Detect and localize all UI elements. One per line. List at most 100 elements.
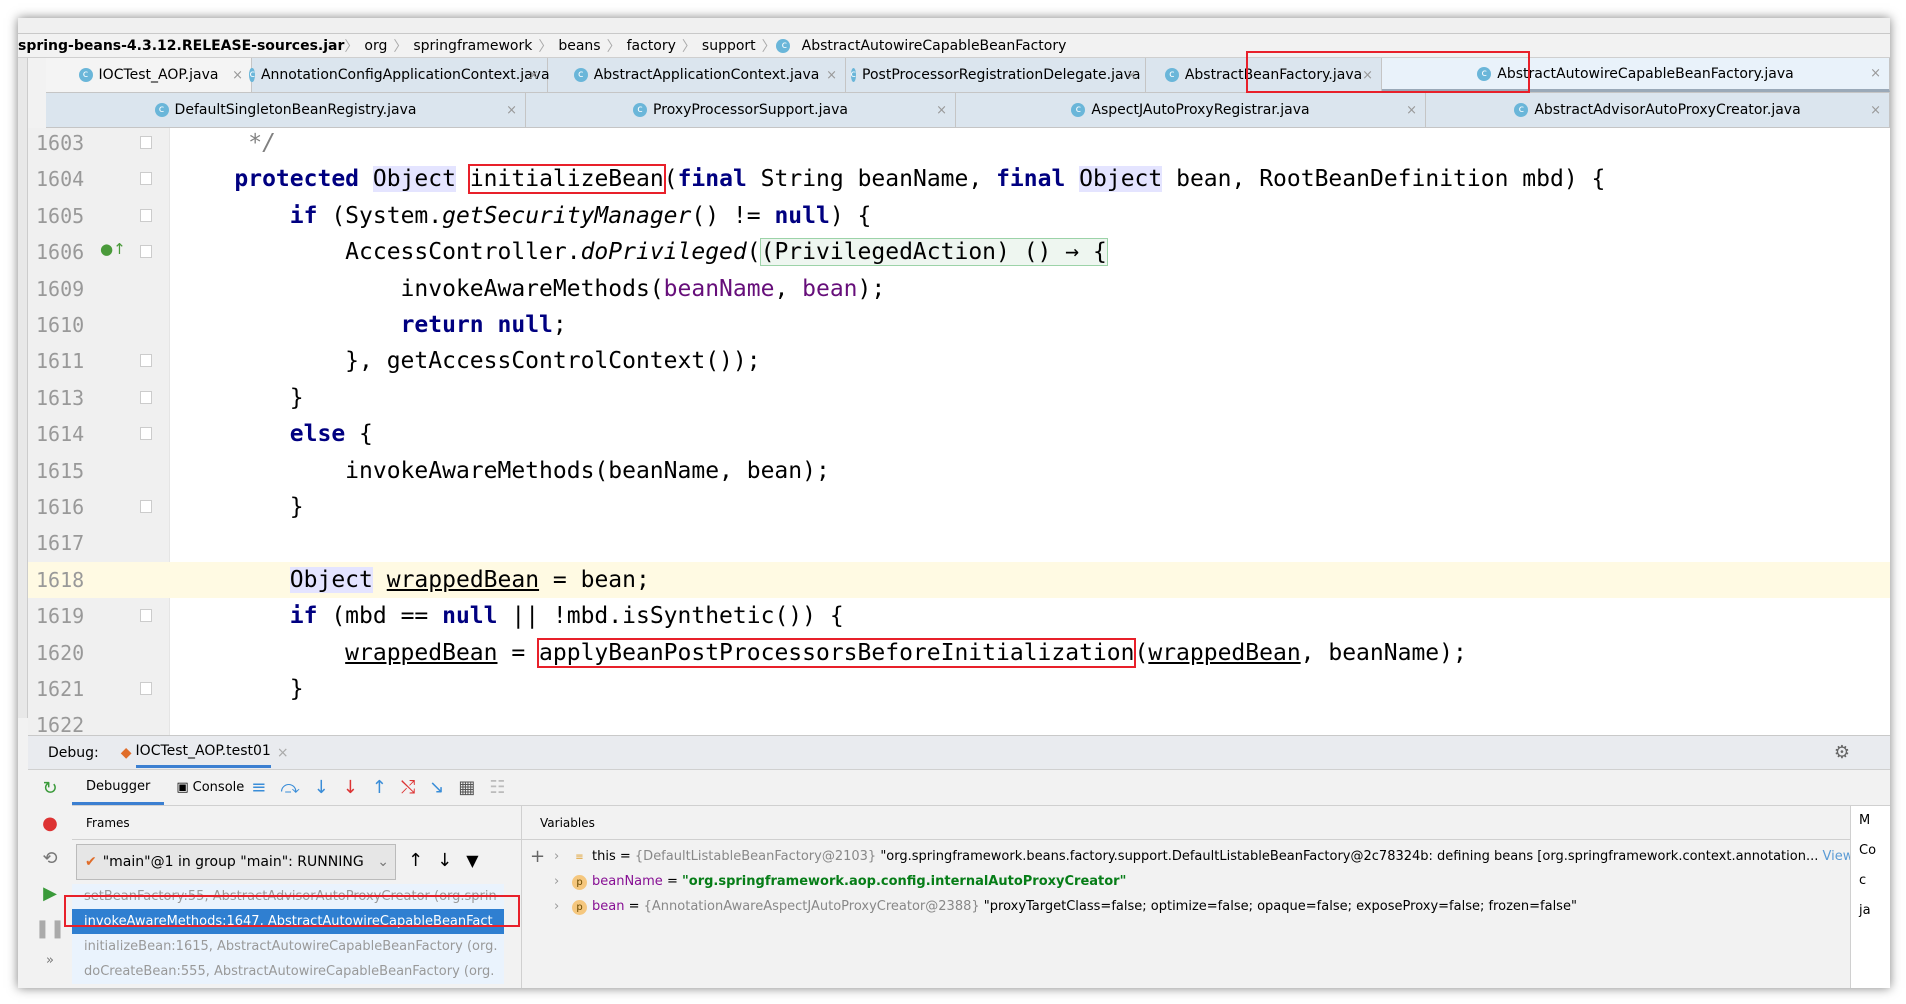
gear-icon[interactable]: ⚙	[1834, 742, 1850, 763]
drop-frame-icon[interactable]: ⤭	[401, 777, 415, 798]
code-token: ;	[552, 312, 567, 338]
frame-item[interactable]: initializeBean:1615, AbstractAutowireCap…	[72, 934, 504, 959]
fold-marker[interactable]	[140, 245, 152, 259]
console-icon: ▣	[176, 780, 189, 795]
close-icon[interactable]: ×	[232, 68, 243, 83]
step-out-icon[interactable]: ↑	[372, 777, 387, 798]
editor-tab[interactable]: c ProxyProcessorSupport.java ×	[526, 93, 956, 127]
breadcrumb-item[interactable]: springframework	[407, 38, 538, 54]
tab-debugger[interactable]: Debugger	[72, 771, 165, 805]
arrow-down-icon[interactable]: ↓	[437, 850, 452, 871]
code-token: final	[677, 166, 747, 193]
evaluate-icon[interactable]: ▦	[458, 777, 475, 798]
code-token: final	[996, 166, 1066, 193]
close-icon[interactable]: ×	[277, 745, 289, 761]
breakpoint-icon[interactable]: ●↑	[100, 240, 126, 258]
editor-tab[interactable]: c DefaultSingletonBeanRegistry.java ×	[46, 93, 526, 127]
view-link[interactable]: View	[1818, 849, 1853, 864]
close-icon[interactable]: ×	[936, 103, 947, 118]
fold-marker[interactable]	[140, 500, 152, 513]
tab-label: AbstractBeanFactory.java	[1184, 67, 1363, 83]
fold-marker[interactable]	[140, 427, 152, 441]
code-token: ,	[774, 275, 803, 302]
thread-selector[interactable]: ✔ "main"@1 in group "main": RUNNING ⌄	[76, 844, 396, 880]
main-toolbar	[18, 18, 1890, 34]
fold-marker[interactable]	[140, 172, 152, 186]
close-icon[interactable]: ×	[826, 68, 837, 83]
editor-tab[interactable]: c AbstractAutowireCapableBeanFactory.java…	[1382, 58, 1890, 92]
view-breakpoints-icon[interactable]: ●	[42, 813, 58, 834]
frame-item[interactable]: invokeAwareMethods:1647, AbstractAutowir…	[72, 909, 504, 934]
line-number: 1611	[36, 349, 85, 374]
code-token: bean	[802, 275, 858, 302]
fold-marker[interactable]	[140, 354, 152, 368]
step-over-icon[interactable]: ⤼	[280, 777, 299, 798]
more-icon[interactable]: »	[46, 953, 54, 968]
variable-row[interactable]: › p bean = {AnnotationAwareAspectJAutoProx…	[542, 894, 1850, 919]
close-icon[interactable]: ×	[1870, 66, 1881, 81]
expand-chevron-icon[interactable]: ›	[554, 844, 559, 869]
restore-icon[interactable]: ⟲	[42, 848, 57, 869]
breadcrumb-item[interactable]: AbstractAutowireCapableBeanFactory	[796, 38, 1073, 54]
variable-row[interactable]: › p beanName = "org.springframework.aop.co…	[542, 869, 1850, 894]
trace-icon[interactable]: ☷	[489, 777, 505, 798]
editor-tab[interactable]: c IOCTest_AOP.java ×	[46, 58, 252, 92]
line-number: 1613	[36, 385, 85, 410]
frame-item[interactable]: setBeanFactory:55, AbstractAdvisorAutoPr…	[72, 884, 504, 909]
code-text: }, getAccessControlContext());	[179, 343, 760, 379]
line-number: 1618	[36, 567, 85, 592]
editor-tab[interactable]: c AspectJAutoProxyRegistrar.java ×	[956, 93, 1426, 127]
debug-session-tab[interactable]: IOCTest_AOP.test01	[135, 737, 271, 768]
filter-icon[interactable]: ▼	[466, 851, 478, 870]
fold-marker[interactable]	[140, 390, 152, 404]
resume-icon[interactable]: ▶	[43, 883, 57, 904]
editor-tab[interactable]: c AbstractApplicationContext.java ×	[548, 58, 846, 92]
project-side-strip[interactable]	[18, 58, 28, 718]
parameter-icon: p	[572, 900, 587, 915]
fold-marker[interactable]	[140, 609, 152, 623]
code-line: 1617	[28, 525, 1890, 561]
expand-chevron-icon[interactable]: ›	[554, 869, 559, 894]
layout-icon[interactable]: ≡	[251, 777, 266, 798]
close-icon[interactable]: ×	[506, 103, 517, 118]
breadcrumb-item[interactable]: support	[696, 38, 762, 54]
arrow-up-icon[interactable]: ↑	[408, 850, 423, 871]
breadcrumb-item[interactable]: factory	[621, 38, 682, 54]
expand-chevron-icon[interactable]: ›	[554, 894, 559, 919]
breadcrumb-item[interactable]: beans	[552, 38, 606, 54]
editor-tab[interactable]: c AbstractAdvisorAutoProxyCreator.java ×	[1426, 93, 1890, 127]
breadcrumb-item[interactable]: spring-beans-4.3.12.RELEASE-sources.jar	[18, 38, 344, 54]
debug-run-icon: ◆	[120, 744, 132, 761]
editor-tabs-row-2: c DefaultSingletonBeanRegistry.java × c Prox…	[46, 93, 1890, 128]
tab-label: ProxyProcessorSupport.java	[653, 102, 848, 118]
ide-window: spring-beans-4.3.12.RELEASE-sources.jar 〉…	[18, 18, 1890, 988]
tab-console[interactable]: Console	[193, 780, 245, 795]
variables-list: › ≡ this = {DefaultListableBeanFactory@210…	[522, 840, 1853, 919]
force-step-into-icon[interactable]: ↓	[343, 777, 358, 798]
fold-marker[interactable]	[140, 136, 152, 149]
run-to-cursor-icon[interactable]: ↘	[429, 777, 444, 798]
close-icon[interactable]: ×	[1870, 103, 1881, 118]
code-editor[interactable]: 1603 */1604 protected Object initializeB…	[28, 128, 1890, 735]
editor-tab[interactable]: c PostProcessorRegistrationDelegate.java ×	[846, 58, 1146, 92]
close-icon[interactable]: ×	[1362, 68, 1373, 83]
breadcrumb-item[interactable]: org	[358, 38, 393, 54]
code-token: (	[1134, 639, 1149, 666]
code-token: String beanName,	[746, 166, 997, 193]
pause-icon[interactable]: ❚❚	[35, 918, 65, 939]
close-icon[interactable]: ×	[1406, 103, 1417, 118]
editor-tab[interactable]: c AnnotationConfigApplicationContext.java…	[249, 58, 550, 92]
close-icon[interactable]: ×	[1126, 68, 1137, 83]
frame-item[interactable]: doCreateBean:555, AbstractAutowireCapabl…	[72, 959, 504, 984]
variable-row[interactable]: › ≡ this = {DefaultListableBeanFactory@210…	[542, 844, 1853, 869]
class-icon: c	[850, 68, 857, 82]
rerun-icon[interactable]: ↻	[42, 778, 57, 799]
step-into-icon[interactable]: ↓	[314, 777, 329, 798]
close-icon[interactable]: ×	[528, 68, 539, 83]
fold-marker[interactable]	[140, 682, 152, 695]
fold-marker[interactable]	[140, 208, 152, 222]
code-token: ) {	[829, 202, 872, 229]
editor-tab[interactable]: c AbstractBeanFactory.java ×	[1146, 58, 1382, 92]
breadcrumb-separator: 〉	[538, 38, 553, 55]
